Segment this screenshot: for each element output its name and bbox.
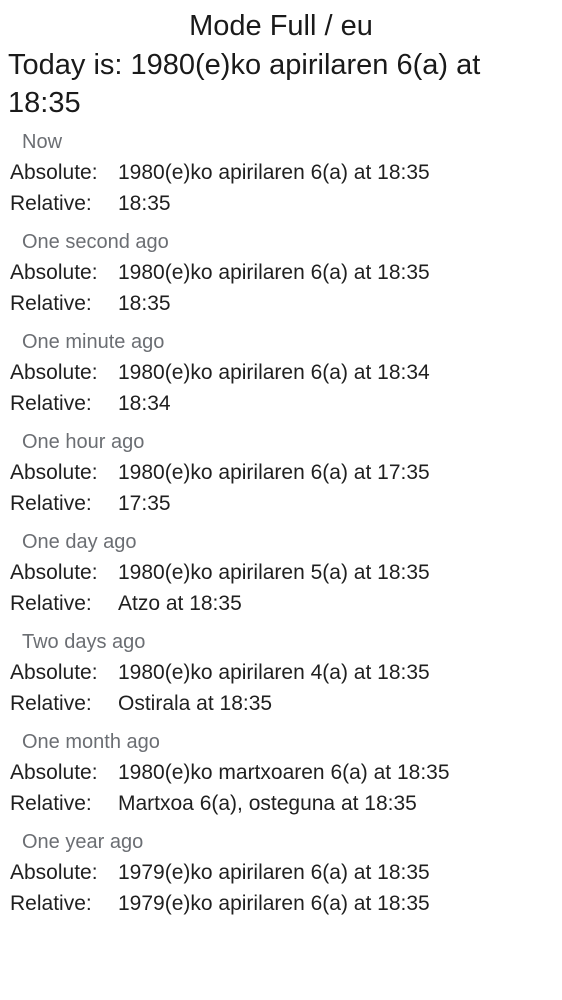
entry-title: Now xyxy=(22,131,63,153)
entry-one-hour-ago: One hour ago Absolute: 1980(e)ko apirilar… xyxy=(0,428,562,528)
absolute-label: Absolute: xyxy=(10,361,98,384)
relative-row: Relative: 18:35 xyxy=(10,189,171,219)
entry-one-minute-ago: One minute ago Absolute: 1980(e)ko apiril… xyxy=(0,328,562,428)
entry-one-year-ago: One year ago Absolute: 1979(e)ko apirilar… xyxy=(0,828,562,928)
page-title: Mode Full / eu xyxy=(189,10,373,42)
relative-value: 18:34 xyxy=(118,392,171,415)
relative-label: Relative: xyxy=(10,892,92,915)
entry-title: One day ago xyxy=(22,531,137,553)
entry-now: Now Absolute: 1980(e)ko apirilaren 6(a) a… xyxy=(0,128,562,228)
relative-row: Relative: 17:35 xyxy=(10,489,171,519)
relative-value: Atzo at 18:35 xyxy=(118,592,242,615)
absolute-row: Absolute: 1980(e)ko apirilaren 5(a) at 18… xyxy=(10,558,430,588)
relative-row: Relative: 1979(e)ko apirilaren 6(a) at 18… xyxy=(10,889,430,919)
absolute-row: Absolute: 1980(e)ko apirilaren 6(a) at 18… xyxy=(10,258,430,288)
absolute-value: 1980(e)ko apirilaren 6(a) at 18:35 xyxy=(118,261,430,284)
relative-label: Relative: xyxy=(10,292,92,315)
absolute-label: Absolute: xyxy=(10,461,98,484)
absolute-row: Absolute: 1980(e)ko apirilaren 6(a) at 18… xyxy=(10,358,430,388)
relative-row: Relative: 18:34 xyxy=(10,389,171,419)
absolute-row: Absolute: 1980(e)ko apirilaren 4(a) at 18… xyxy=(10,658,430,688)
absolute-value: 1980(e)ko apirilaren 4(a) at 18:35 xyxy=(118,661,430,684)
absolute-value: 1980(e)ko apirilaren 6(a) at 17:35 xyxy=(118,461,430,484)
relative-row: Relative: 18:35 xyxy=(10,289,171,319)
today-heading: Today is: 1980(e)ko apirilaren 6(a) at 1… xyxy=(8,49,481,119)
entry-title: One hour ago xyxy=(22,431,145,453)
relative-value: Ostirala at 18:35 xyxy=(118,692,273,715)
absolute-row: Absolute: 1980(e)ko apirilaren 6(a) at 17… xyxy=(10,458,430,488)
relative-value: 17:35 xyxy=(118,492,171,515)
entry-title: One year ago xyxy=(22,831,144,853)
relative-label: Relative: xyxy=(10,492,92,515)
absolute-value: 1980(e)ko apirilaren 6(a) at 18:35 xyxy=(118,161,430,184)
absolute-label: Absolute: xyxy=(10,761,98,784)
relative-label: Relative: xyxy=(10,592,92,615)
absolute-value: 1979(e)ko apirilaren 6(a) at 18:35 xyxy=(118,861,430,884)
relative-value: Martxoa 6(a), osteguna at 18:35 xyxy=(118,792,417,815)
relative-row: Relative: Atzo at 18:35 xyxy=(10,589,242,619)
relative-row: Relative: Martxoa 6(a), osteguna at 18:35 xyxy=(10,789,417,819)
absolute-label: Absolute: xyxy=(10,561,98,584)
absolute-label: Absolute: xyxy=(10,161,98,184)
entry-two-days-ago: Two days ago Absolute: 1980(e)ko apirilar… xyxy=(0,628,562,728)
absolute-label: Absolute: xyxy=(10,261,98,284)
absolute-label: Absolute: xyxy=(10,661,98,684)
relative-value: 18:35 xyxy=(118,292,171,315)
absolute-row: Absolute: 1979(e)ko apirilaren 6(a) at 18… xyxy=(10,858,430,888)
absolute-value: 1980(e)ko apirilaren 5(a) at 18:35 xyxy=(118,561,430,584)
entry-title: One minute ago xyxy=(22,331,165,353)
absolute-value: 1980(e)ko apirilaren 6(a) at 18:34 xyxy=(118,361,430,384)
entry-one-second-ago: One second ago Absolute: 1980(e)ko apiril… xyxy=(0,228,562,328)
entry-list: Now Absolute: 1980(e)ko apirilaren 6(a) a… xyxy=(0,128,562,928)
relative-value: 1979(e)ko apirilaren 6(a) at 18:35 xyxy=(118,892,430,915)
entry-one-month-ago: One month ago Absolute: 1980(e)ko martxoa… xyxy=(0,728,562,828)
entry-title: One month ago xyxy=(22,731,160,753)
relative-label: Relative: xyxy=(10,792,92,815)
entry-title: Two days ago xyxy=(22,631,146,653)
absolute-label: Absolute: xyxy=(10,861,98,884)
relative-value: 18:35 xyxy=(118,192,171,215)
entry-one-day-ago: One day ago Absolute: 1980(e)ko apirilare… xyxy=(0,528,562,628)
absolute-row: Absolute: 1980(e)ko apirilaren 6(a) at 18… xyxy=(10,158,430,188)
relative-label: Relative: xyxy=(10,192,92,215)
relative-label: Relative: xyxy=(10,692,92,715)
entry-title: One second ago xyxy=(22,231,169,253)
absolute-value: 1980(e)ko martxoaren 6(a) at 18:35 xyxy=(118,761,450,784)
absolute-row: Absolute: 1980(e)ko martxoaren 6(a) at 18… xyxy=(10,758,450,788)
relative-row: Relative: Ostirala at 18:35 xyxy=(10,689,272,719)
relative-label: Relative: xyxy=(10,392,92,415)
